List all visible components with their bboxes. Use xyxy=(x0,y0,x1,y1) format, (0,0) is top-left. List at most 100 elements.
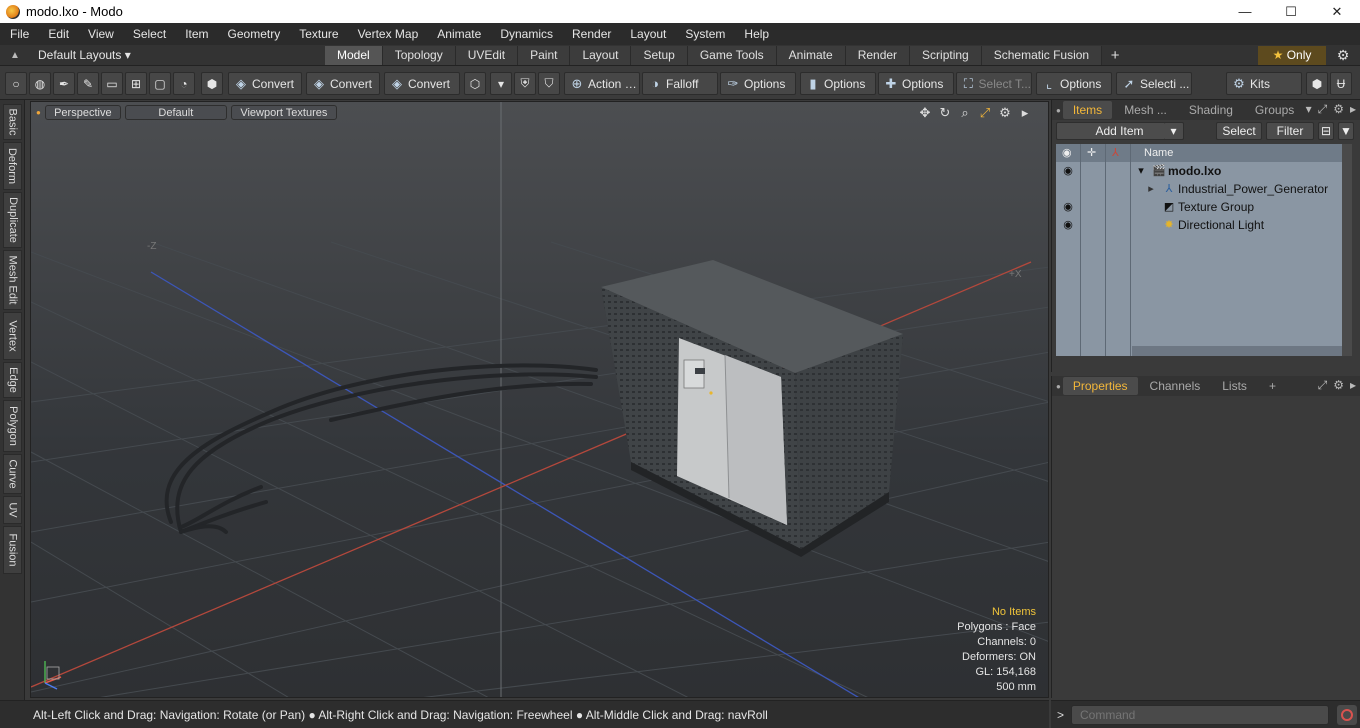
tab-channels[interactable]: Channels xyxy=(1140,377,1211,395)
tab-edge[interactable]: Edge xyxy=(3,362,22,398)
tab-items[interactable]: Items xyxy=(1062,101,1113,119)
only-toggle[interactable]: ★ Only xyxy=(1258,46,1326,65)
menu-animate[interactable]: Animate xyxy=(427,23,490,45)
falloff-button[interactable]: ◑ Falloff xyxy=(642,72,718,95)
rotate-icon[interactable]: ↻ xyxy=(938,105,952,121)
tab-vertex[interactable]: Vertex xyxy=(3,312,22,360)
menu-dynamics[interactable]: Dynamics xyxy=(490,23,562,45)
zoom-icon[interactable]: ⌕ xyxy=(958,105,972,121)
menu-item[interactable]: Item xyxy=(175,23,217,45)
expand-triangle-icon[interactable]: ▾ xyxy=(1134,164,1148,177)
panel-menu-dot-icon[interactable]: ● xyxy=(1056,106,1061,115)
tree-row-texture-group[interactable]: ◉ ◩ Texture Group xyxy=(1056,198,1342,216)
add-panel-tab-button[interactable]: + xyxy=(1259,377,1286,395)
tab-layout[interactable]: Layout xyxy=(570,45,632,65)
snap-icon[interactable]: ⛉ xyxy=(538,72,560,95)
expand-triangle-icon[interactable]: ▸ xyxy=(1144,182,1158,195)
expand-arrow-icon[interactable]: ▸ xyxy=(1350,378,1356,393)
tab-duplicate[interactable]: Duplicate xyxy=(3,192,22,248)
tab-paint[interactable]: Paint xyxy=(518,45,571,65)
collapse-icon[interactable]: ⊟ xyxy=(1318,122,1334,140)
vertices-mode-icon[interactable]: ○ xyxy=(5,72,27,95)
menu-select[interactable]: Select xyxy=(123,23,175,45)
close-button[interactable]: ✕ xyxy=(1314,0,1360,23)
menu-layout[interactable]: Layout xyxy=(620,23,675,45)
add-item-dropdown-icon[interactable]: ▾ xyxy=(1164,122,1184,140)
tab-setup[interactable]: Setup xyxy=(631,45,688,65)
item-tree[interactable]: ◉ ✛ ⅄ Name ◉ ▾ 🎬 modo.lxo ▸ ⅄ Industrial… xyxy=(1056,144,1342,356)
tab-schematic-fusion[interactable]: Schematic Fusion xyxy=(981,45,1103,65)
tab-shading[interactable]: Shading xyxy=(1179,101,1243,119)
tab-polygon[interactable]: Polygon xyxy=(3,400,22,452)
tab-mesh-edit[interactable]: Mesh Edit xyxy=(3,250,22,310)
panel-menu-dot-icon[interactable]: ● xyxy=(1056,382,1061,391)
convert-button-1[interactable]: ◈ Convert xyxy=(228,72,302,95)
pivot-icon[interactable]: ◔ xyxy=(173,72,195,95)
material-icon[interactable]: ⬢ xyxy=(201,72,223,95)
unity-icon[interactable]: ⬢ xyxy=(1306,72,1328,95)
tab-scripting[interactable]: Scripting xyxy=(910,45,982,65)
viewport-settings-icon[interactable]: ⚙ xyxy=(998,105,1012,121)
items-icon[interactable]: ▢ xyxy=(149,72,171,95)
command-input[interactable] xyxy=(1071,705,1329,725)
chevron-down-icon[interactable]: ▾ xyxy=(490,72,512,95)
options-button-4[interactable]: ⌞ Options xyxy=(1036,72,1112,95)
name-column-header[interactable]: Name xyxy=(1144,147,1173,159)
expand-arrow-icon[interactable]: ▸ xyxy=(1018,105,1032,121)
menu-edit[interactable]: Edit xyxy=(38,23,78,45)
tab-mesh[interactable]: Mesh ... xyxy=(1114,101,1177,119)
tab-basic[interactable]: Basic xyxy=(3,104,22,140)
tab-render[interactable]: Render xyxy=(845,45,911,65)
menu-vertex-map[interactable]: Vertex Map xyxy=(348,23,428,45)
select-t-button[interactable]: ⛶ Select T... xyxy=(956,72,1032,95)
kits-button[interactable]: ⚙ Kits xyxy=(1226,72,1302,95)
filter-button[interactable]: Filter xyxy=(1266,122,1314,140)
tab-groups[interactable]: Groups xyxy=(1245,101,1304,119)
expand-arrow-icon[interactable]: ▸ xyxy=(1350,102,1356,117)
menu-render[interactable]: Render xyxy=(562,23,620,45)
eye-icon[interactable]: ◉ xyxy=(1060,200,1076,213)
unreal-icon[interactable]: Ʉ xyxy=(1330,72,1352,95)
pan-icon[interactable]: ✥ xyxy=(918,105,932,121)
brush-icon[interactable]: ✎ xyxy=(77,72,99,95)
eye-icon[interactable]: ◉ xyxy=(1060,164,1076,177)
tree-row-industrial-power-generator[interactable]: ▸ ⅄ Industrial_Power_Generator xyxy=(1056,180,1342,198)
record-macro-button[interactable] xyxy=(1337,705,1357,725)
convert-button-2[interactable]: ◈ Convert xyxy=(306,72,380,95)
options-button-1[interactable]: ✑ Options xyxy=(720,72,796,95)
tab-curve[interactable]: Curve xyxy=(3,454,22,494)
select-button[interactable]: Select xyxy=(1216,122,1262,140)
popout-icon[interactable]: ⤢ xyxy=(1318,102,1328,117)
layout-collapse-icon[interactable]: ▲ xyxy=(0,50,30,61)
maximize-button[interactable]: ☐ xyxy=(1268,0,1314,23)
symmetry-icon[interactable]: ⛨ xyxy=(514,72,536,95)
tree-row-modo-lxo[interactable]: ◉ ▾ 🎬 modo.lxo xyxy=(1056,162,1342,180)
horizontal-scrollbar[interactable] xyxy=(1132,346,1342,356)
perspective-button[interactable]: Perspective xyxy=(44,104,121,120)
tab-lists[interactable]: Lists xyxy=(1212,377,1257,395)
pen-icon[interactable]: ✒ xyxy=(53,72,75,95)
globe-icon[interactable]: ◍ xyxy=(29,72,51,95)
tab-model[interactable]: Model xyxy=(325,45,383,65)
tab-topology[interactable]: Topology xyxy=(382,45,456,65)
tab-animate[interactable]: Animate xyxy=(776,45,846,65)
viewport-textures-button[interactable]: Viewport Textures xyxy=(230,104,337,120)
maximize-viewport-icon[interactable]: ⤢ xyxy=(978,105,992,121)
chevron-down-icon[interactable]: ▾ xyxy=(1306,102,1312,117)
3d-viewport[interactable]: -Z +X ● Perspective Default Viewport Tex… xyxy=(30,101,1049,698)
eye-icon[interactable]: ◉ xyxy=(1060,218,1076,231)
menu-texture[interactable]: Texture xyxy=(289,23,347,45)
menu-system[interactable]: System xyxy=(675,23,734,45)
cube-icon[interactable]: ⬡ xyxy=(464,72,486,95)
options-button-2[interactable]: ▮ Options xyxy=(800,72,876,95)
menu-geometry[interactable]: Geometry xyxy=(218,23,290,45)
vertical-scrollbar[interactable] xyxy=(1342,144,1352,356)
options-button-3[interactable]: ✚ Options xyxy=(878,72,954,95)
tab-deform[interactable]: Deform xyxy=(3,142,22,190)
tab-uvedit[interactable]: UVEdit xyxy=(455,45,519,65)
selection-button[interactable]: ➚ Selecti ... xyxy=(1116,72,1192,95)
menu-file[interactable]: File xyxy=(0,23,38,45)
polygons-icon[interactable]: ⊞ xyxy=(125,72,147,95)
shading-default-button[interactable]: Default xyxy=(124,104,227,120)
add-tab-button[interactable]: + xyxy=(1102,47,1128,64)
